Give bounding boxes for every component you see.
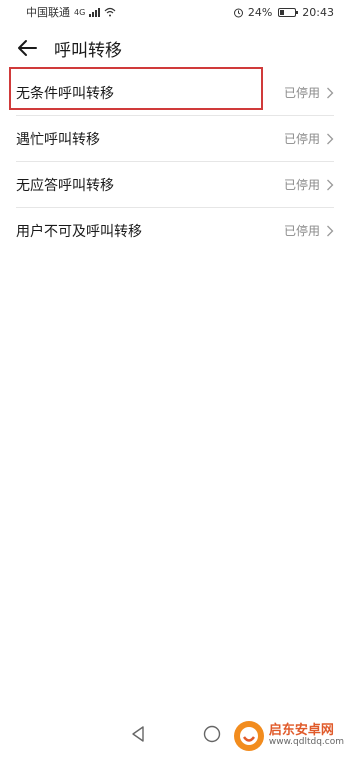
nav-back-button[interactable] <box>126 722 150 746</box>
battery-percent: 24% <box>247 5 273 19</box>
call-forwarding-list: 无条件呼叫转移 已停用 遇忙呼叫转移 已停用 无应答呼叫转移 已停用 用户不可及… <box>16 70 334 253</box>
list-item-unconditional[interactable]: 无条件呼叫转移 已停用 <box>16 70 334 116</box>
wifi-icon <box>104 7 116 17</box>
alarm-icon <box>233 8 243 17</box>
nav-home-button[interactable] <box>200 722 224 746</box>
status-bar: 中国联通 4G 24% 20:43 <box>0 0 350 24</box>
list-item-unreachable[interactable]: 用户不可及呼叫转移 已停用 <box>16 208 334 253</box>
item-label: 遇忙呼叫转移 <box>16 131 100 148</box>
item-right: 已停用 <box>284 130 334 147</box>
item-label: 无应答呼叫转移 <box>16 177 114 194</box>
chevron-right-icon <box>327 133 334 144</box>
list-item-no-answer[interactable]: 无应答呼叫转移 已停用 <box>16 162 334 208</box>
network-type: 4G <box>74 7 86 17</box>
triangle-back-icon <box>132 726 144 742</box>
item-label: 无条件呼叫转移 <box>16 85 114 102</box>
watermark: 启东安卓网 www.qdltdq.com <box>233 720 344 752</box>
signal-icon <box>89 7 101 17</box>
item-right: 已停用 <box>284 84 334 101</box>
status-text: 已停用 <box>283 224 320 238</box>
item-right: 已停用 <box>284 176 334 193</box>
clock: 20:43 <box>302 5 334 19</box>
chevron-right-icon <box>327 179 334 190</box>
watermark-title: 启东安卓网 <box>268 722 334 738</box>
item-right: 已停用 <box>284 222 334 239</box>
status-text: 已停用 <box>283 132 320 146</box>
list-item-busy[interactable]: 遇忙呼叫转移 已停用 <box>16 116 334 162</box>
arrow-left-icon <box>18 40 37 56</box>
item-label: 用户不可及呼叫转移 <box>16 223 142 240</box>
chevron-right-icon <box>327 87 334 98</box>
status-text: 已停用 <box>283 86 320 100</box>
watermark-url: www.qdltdq.com <box>268 737 344 748</box>
header: 呼叫转移 <box>0 28 350 68</box>
status-left: 中国联通 4G <box>26 4 116 20</box>
page-title: 呼叫转移 <box>54 40 122 61</box>
status-right: 24% 20:43 <box>233 6 334 19</box>
status-text: 已停用 <box>283 178 320 192</box>
chevron-right-icon <box>327 225 334 236</box>
watermark-text: 启东安卓网 www.qdltdq.com <box>268 722 344 748</box>
carrier-label: 中国联通 <box>26 6 70 19</box>
watermark-logo-icon <box>233 721 264 751</box>
battery-icon <box>278 7 299 17</box>
circle-home-icon <box>203 725 221 743</box>
back-button[interactable] <box>12 33 42 63</box>
